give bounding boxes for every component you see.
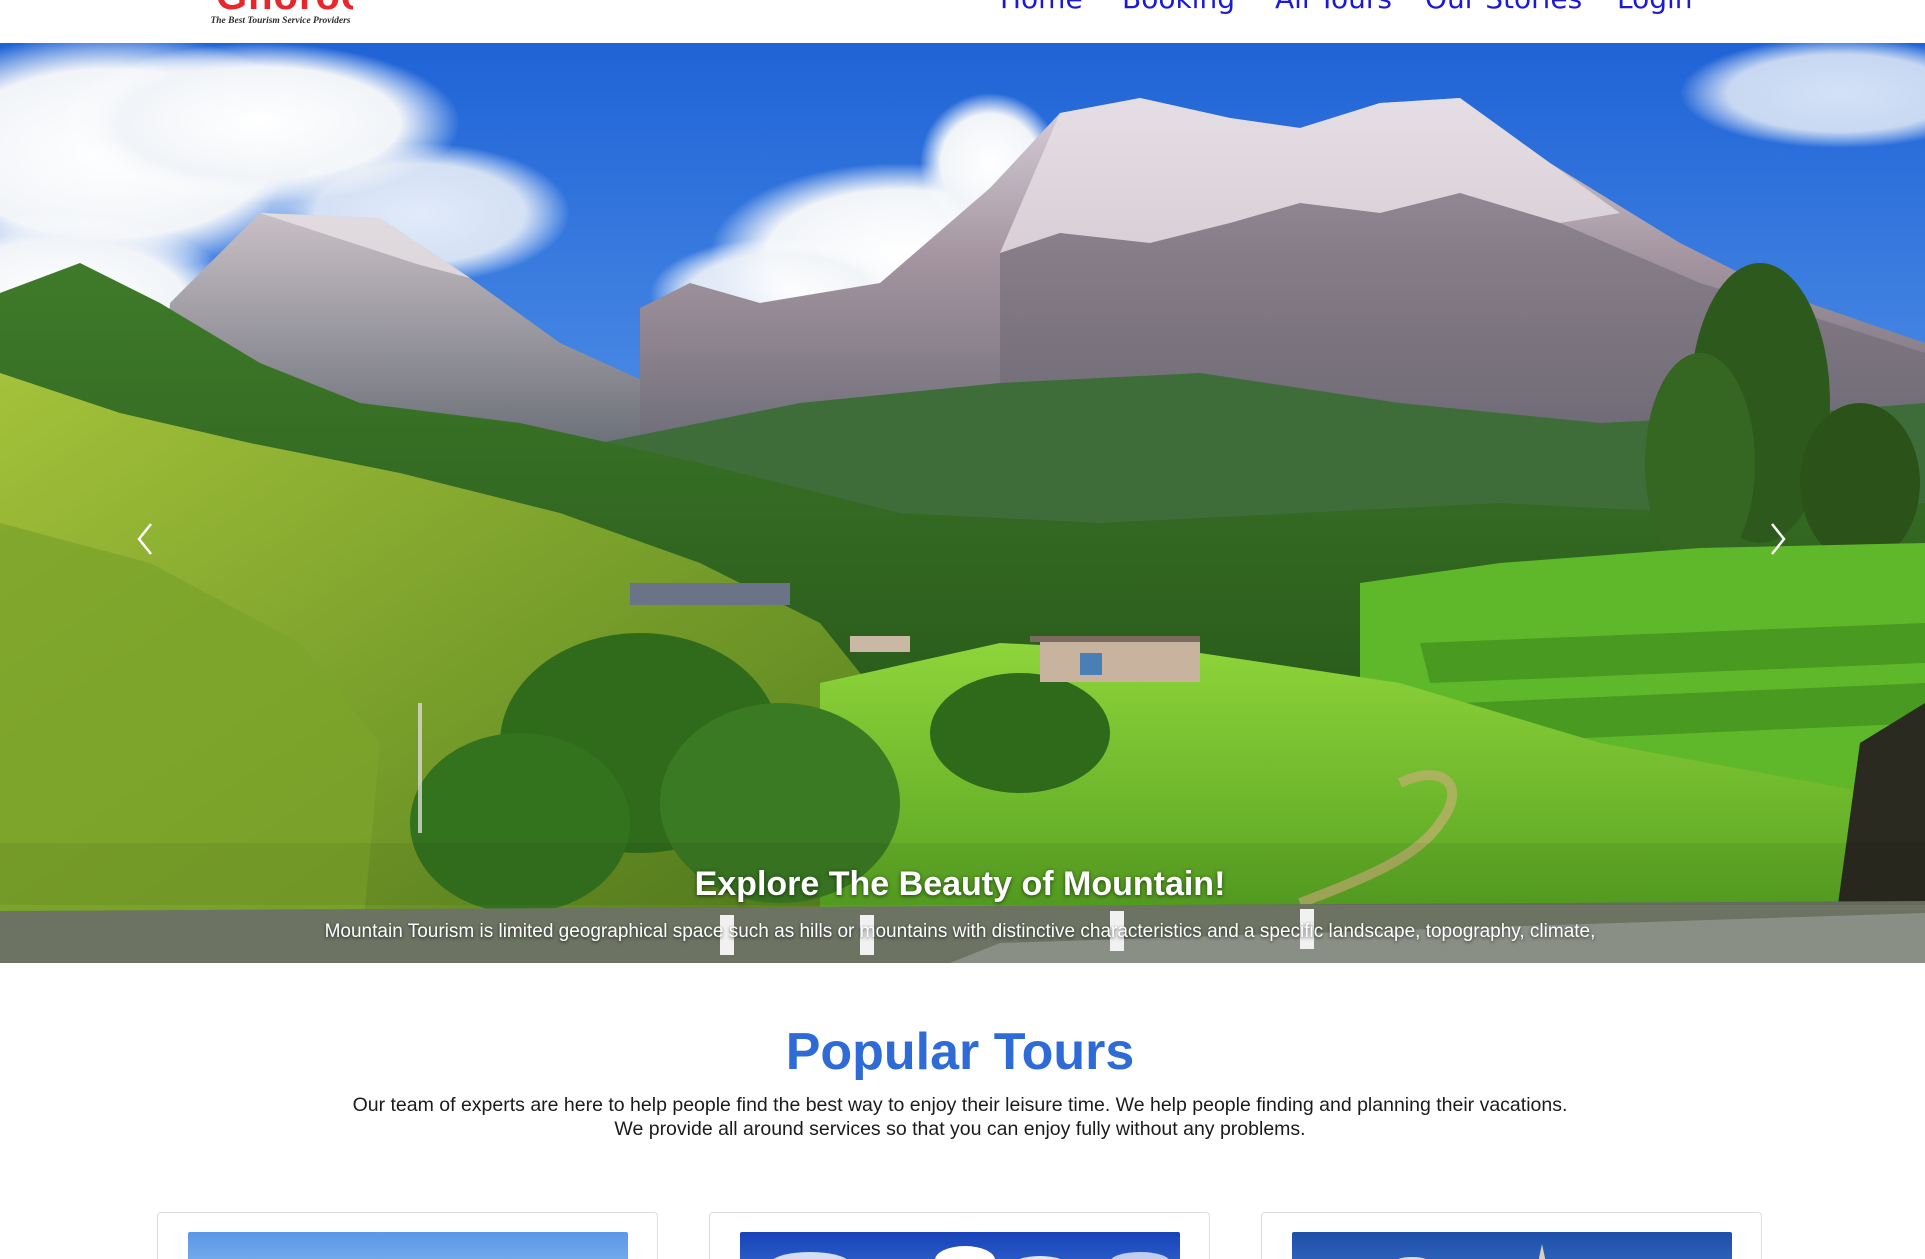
tour-card[interactable] [1261,1212,1762,1259]
nav-all-tours[interactable]: All Tours [1275,0,1392,15]
section-description-line-1: Our team of experts are here to help peo… [352,1094,1568,1116]
hero-carousel: Explore The Beauty of Mountain! Mountain… [0,43,1925,963]
chevron-left-icon [137,523,152,555]
nav-home[interactable]: Home [1000,0,1083,15]
hero-text: Mountain Tourism is limited geographical… [324,921,1596,942]
section-description-line-2: We provide all around services so that y… [614,1118,1306,1140]
tour-card-image [1292,1232,1732,1259]
tour-card-image [740,1232,1180,1259]
tour-card-image [188,1232,628,1259]
tour-card[interactable] [709,1212,1210,1259]
hero-title: Explore The Beauty of Mountain! [694,865,1226,903]
main-nav: Home Booking All Tours Our Stories Login [0,0,1925,43]
nav-our-stories[interactable]: Our Stories [1425,0,1582,15]
page: Ghoroo The Best Tourism Service Provider… [0,0,1925,1259]
carousel-prev-button[interactable] [125,506,165,566]
section-title: Popular Tours [785,1023,1135,1081]
tour-card[interactable] [157,1212,658,1259]
nav-login[interactable]: Login [1617,0,1693,15]
site-header: Ghoroo The Best Tourism Service Provider… [0,0,1925,43]
hero-image [0,43,1925,963]
carousel-next-button[interactable] [1758,506,1798,566]
chevron-right-icon [1771,523,1786,555]
nav-booking[interactable]: Booking [1122,0,1235,15]
